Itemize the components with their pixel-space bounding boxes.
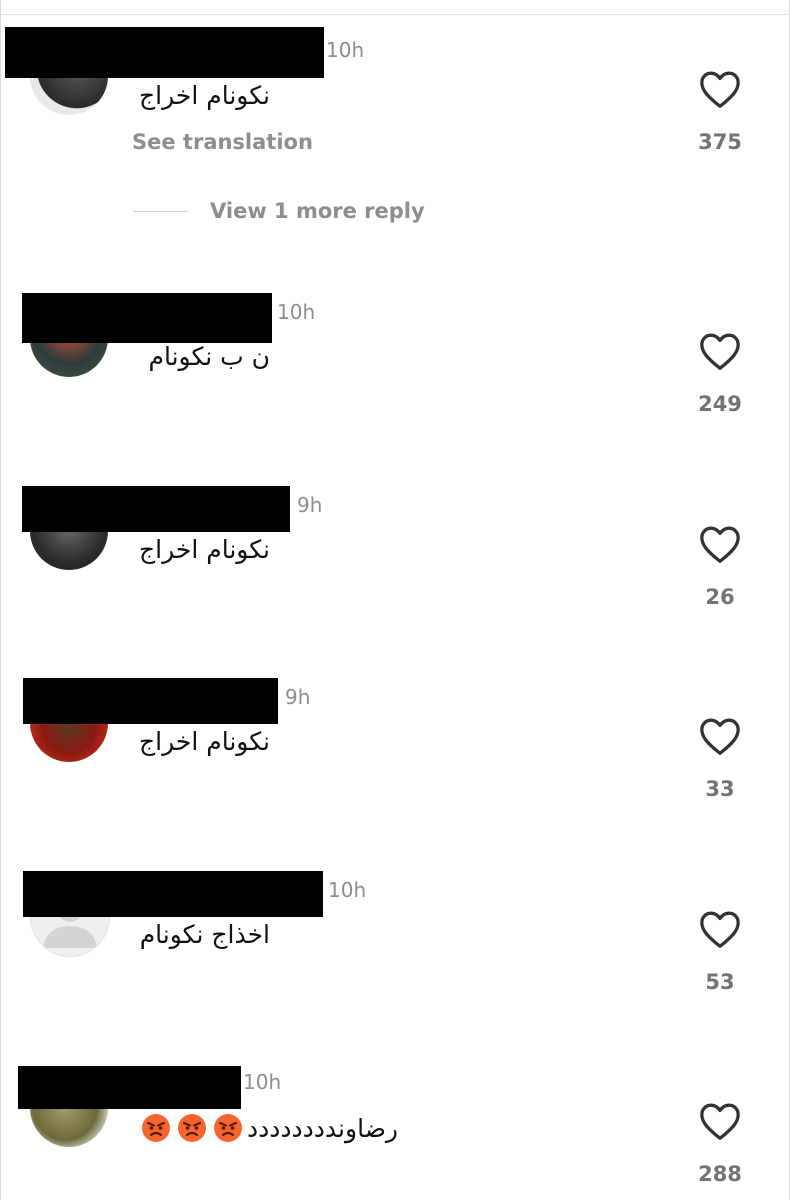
comment-text-row: رضاوندددددددد <box>135 1110 398 1146</box>
like-heart-icon[interactable] <box>698 716 742 756</box>
comment-text: نکونام اخراج <box>139 727 270 756</box>
angry-face-icon <box>214 1114 242 1142</box>
comment-item: 10h نکونام اخراج See translation View 1 … <box>0 0 790 223</box>
redacted-username <box>5 27 324 78</box>
comment-item: 10h ن ب نکونام 249 <box>0 262 790 432</box>
comment-timestamp: 10h <box>277 300 316 324</box>
like-heart-icon[interactable] <box>698 331 742 371</box>
like-count: 53 <box>705 970 735 994</box>
redacted-username <box>22 486 290 532</box>
comment-timestamp: 10h <box>326 38 365 62</box>
angry-face-icon <box>178 1114 206 1142</box>
like-heart-icon[interactable] <box>698 909 742 949</box>
comment-item: 9h نکونام اخراج 26 <box>0 455 790 625</box>
like-count: 33 <box>705 777 735 801</box>
redacted-username <box>22 293 272 343</box>
comment-text: اخذاج نکونام <box>139 920 270 949</box>
redacted-username <box>18 1066 241 1109</box>
see-translation-link[interactable]: See translation <box>132 130 313 154</box>
like-count: 375 <box>698 130 742 154</box>
comment-text: نکونام اخراج <box>139 81 270 110</box>
comment-text: ن ب نکونام <box>148 342 270 371</box>
like-heart-icon[interactable] <box>698 1101 742 1141</box>
comment-item: 9h نکونام اخراج 33 <box>0 647 790 817</box>
view-more-replies-button[interactable]: View 1 more reply <box>210 199 425 223</box>
comment-timestamp: 10h <box>243 1070 282 1094</box>
redacted-username <box>23 678 278 724</box>
comment-timestamp: 9h <box>297 493 323 517</box>
like-heart-icon[interactable] <box>698 69 742 109</box>
like-count: 288 <box>698 1162 742 1186</box>
comment-timestamp: 10h <box>328 878 367 902</box>
like-count: 249 <box>698 392 742 416</box>
comment-text: رضاوندددددددد <box>247 1113 399 1143</box>
comment-timestamp: 9h <box>285 685 311 709</box>
like-heart-icon[interactable] <box>698 524 742 564</box>
comment-item: 10h رضاوندددددددد 288 <box>0 1032 790 1202</box>
angry-face-icon <box>142 1114 170 1142</box>
like-count: 26 <box>705 585 735 609</box>
redacted-username <box>23 871 323 917</box>
comment-text: نکونام اخراج <box>139 535 270 564</box>
reply-divider <box>133 211 188 212</box>
comment-item: 10h اخذاج نکونام 53 <box>0 840 790 1010</box>
